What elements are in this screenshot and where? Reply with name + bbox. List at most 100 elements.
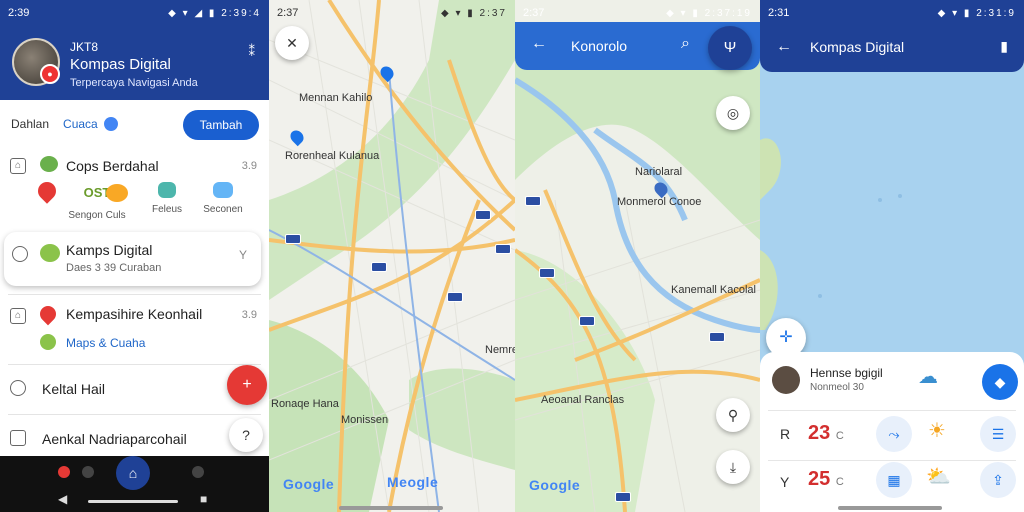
tile-caption: Sengon Culs: [68, 210, 126, 221]
list-item[interactable]: ⌂ Cops Berdahal 3.9 OST Sengon Culs Fele…: [0, 152, 269, 232]
status-bar: 2:37 ◆ ▾ ▮ 2:37:19: [515, 0, 760, 26]
help-fab[interactable]: ?: [229, 418, 263, 452]
directions-button[interactable]: ◆: [982, 364, 1018, 400]
road-shield: [615, 492, 631, 502]
temperature-value: 23 C: [808, 422, 844, 444]
search-icon[interactable]: ⌕: [681, 35, 690, 53]
wind-icon[interactable]: ⤳: [876, 416, 912, 452]
divider: [8, 364, 261, 365]
nav-explore-icon[interactable]: [82, 466, 94, 478]
row-label: R: [780, 426, 791, 442]
map-label: Nariolaral: [635, 166, 683, 178]
map-label: Nemreck: [485, 344, 515, 356]
map-label: Monissen: [341, 414, 389, 426]
list-item[interactable]: ⌂ Kempasihire Keonhail 3.9 Maps & Cuaha: [0, 300, 269, 360]
maps-link[interactable]: Maps & Cuaha: [66, 336, 145, 350]
weather-link[interactable]: Cuaca: [63, 117, 98, 131]
status-icons: ◆ ▾ ◢ ▮ 2:39:4: [168, 7, 261, 19]
road-shield: [709, 332, 725, 342]
map-panel[interactable]: 2:37 ◆ ▾ ▮ 2:37 ✕ Mennan Kahilo Rorenhea…: [269, 0, 515, 512]
tile[interactable]: Seconen: [186, 182, 260, 215]
list-item-title: Keltal Hail: [42, 381, 106, 397]
road-shield: [447, 292, 463, 302]
card-title: Kamps Digital: [66, 242, 153, 258]
cloud-icon: ☁: [918, 366, 938, 388]
status-time: 2:37: [523, 7, 545, 19]
home-icon: ⌂: [10, 308, 26, 324]
home-indicator[interactable]: [88, 500, 178, 503]
scroll-indicator[interactable]: [838, 506, 942, 510]
back-icon[interactable]: ◀: [58, 492, 67, 506]
sun-icon: ☀: [928, 420, 946, 442]
nav-search-icon[interactable]: [192, 466, 204, 478]
list-item-meta: 3.9: [241, 160, 257, 172]
page-subtitle: Terpercaya Navigasi Anda: [70, 77, 198, 89]
map-panel[interactable]: ← Konorolo ⌕ 2:37 ◆ ▾ ▮ 2:37:19 Ψ ◎ Nari…: [515, 0, 760, 512]
settings-icon[interactable]: ⁑: [249, 44, 256, 60]
toolbar-label: Dahlan: [11, 117, 50, 131]
status-time: 2:37: [277, 7, 299, 19]
divider: [768, 460, 1016, 461]
map-icon: [40, 334, 56, 350]
status-icons: ◆ ▾ ▮ 2:37:19: [666, 7, 752, 19]
recents-icon[interactable]: ■: [200, 492, 207, 506]
status-time: 2:31: [768, 7, 790, 19]
avatar[interactable]: [772, 366, 800, 394]
header-code: JKT8: [70, 40, 99, 54]
map-label: Ronaqe Hana: [271, 398, 339, 410]
share-icon[interactable]: ⇪: [980, 462, 1016, 498]
status-icons: ◆ ▾ ▮ 2:31:9: [937, 7, 1016, 19]
app-header: 2:39 ◆ ▾ ◢ ▮ 2:39:4 ● JKT8 Kompas Digita…: [0, 0, 269, 100]
add-fab[interactable]: +: [227, 365, 267, 405]
card-more[interactable]: Y: [239, 248, 247, 262]
share-icon[interactable]: ⤓: [716, 450, 750, 484]
list-item-title: Kempasihire Keonhail: [66, 306, 203, 322]
app-home-panel: 2:39 ◆ ▾ ◢ ▮ 2:39:4 ● JKT8 Kompas Digita…: [0, 0, 269, 512]
nav-home-icon[interactable]: [58, 466, 70, 478]
chart-icon[interactable]: ▦: [876, 462, 912, 498]
badge-icon: ●: [40, 64, 60, 84]
pin-icon: [36, 302, 60, 326]
my-location-icon[interactable]: ◎: [716, 96, 750, 130]
status-bar: 2:39 ◆ ▾ ◢ ▮ 2:39:4: [0, 0, 269, 26]
road-shield: [495, 244, 511, 254]
list-icon[interactable]: ☰: [980, 416, 1016, 452]
google-logo: Google: [529, 477, 581, 493]
sun-icon: [106, 184, 128, 202]
layers-icon[interactable]: Ψ: [708, 26, 752, 70]
map-label: Mennan Kahilo: [299, 92, 373, 104]
status-icons: ◆ ▾ ▮ 2:37: [440, 7, 507, 19]
nav-center-button[interactable]: ⌂: [116, 456, 150, 490]
back-arrow-icon[interactable]: ←: [776, 38, 792, 56]
road-shield: [371, 262, 387, 272]
map-canvas[interactable]: [515, 0, 760, 512]
partly-cloudy-icon: ⛅: [926, 466, 951, 488]
scroll-indicator[interactable]: [339, 506, 443, 510]
cloud-icon: [213, 182, 233, 198]
location-icon[interactable]: [103, 117, 118, 131]
sheet-subtitle: Nonmeol 30: [810, 382, 864, 393]
weather-panel: 2:31 ◆ ▾ ▮ 2:31:9 ← Kompas Digital ▮ ✛ H…: [760, 0, 1024, 512]
card-subtitle: Daes 3 39 Curaban: [66, 262, 162, 274]
temperature-value: 25 C: [808, 468, 844, 490]
directions-icon[interactable]: ⚲: [716, 398, 750, 432]
road-shield: [539, 268, 555, 278]
sheet-title: Hennse bgigil: [810, 366, 883, 380]
compass-icon[interactable]: ✕: [275, 26, 309, 60]
page-title: Kompas Digital: [70, 56, 171, 73]
status-time: 2:39: [8, 7, 30, 19]
leaf-icon: [40, 244, 60, 262]
add-button[interactable]: Tambah: [183, 110, 259, 140]
map-label: Kanemall Kacolal: [671, 284, 756, 296]
map-label: Aeoanal Ranclas: [541, 394, 625, 406]
back-arrow-icon[interactable]: ←: [531, 35, 547, 53]
row-label: Y: [780, 474, 790, 490]
bookmark-icon[interactable]: ▮: [1000, 38, 1008, 55]
app-header: 2:31 ◆ ▾ ▮ 2:31:9 ← Kompas Digital ▮: [760, 0, 1024, 72]
google-logo: Google: [283, 476, 335, 492]
road-shield: [285, 234, 301, 244]
featured-card[interactable]: Kamps Digital Daes 3 39 Curaban Y: [4, 232, 261, 286]
bottom-nav: ⌂ ◀ ■: [0, 456, 269, 512]
chat-icon: [158, 182, 176, 198]
leaf-icon: [40, 156, 58, 172]
